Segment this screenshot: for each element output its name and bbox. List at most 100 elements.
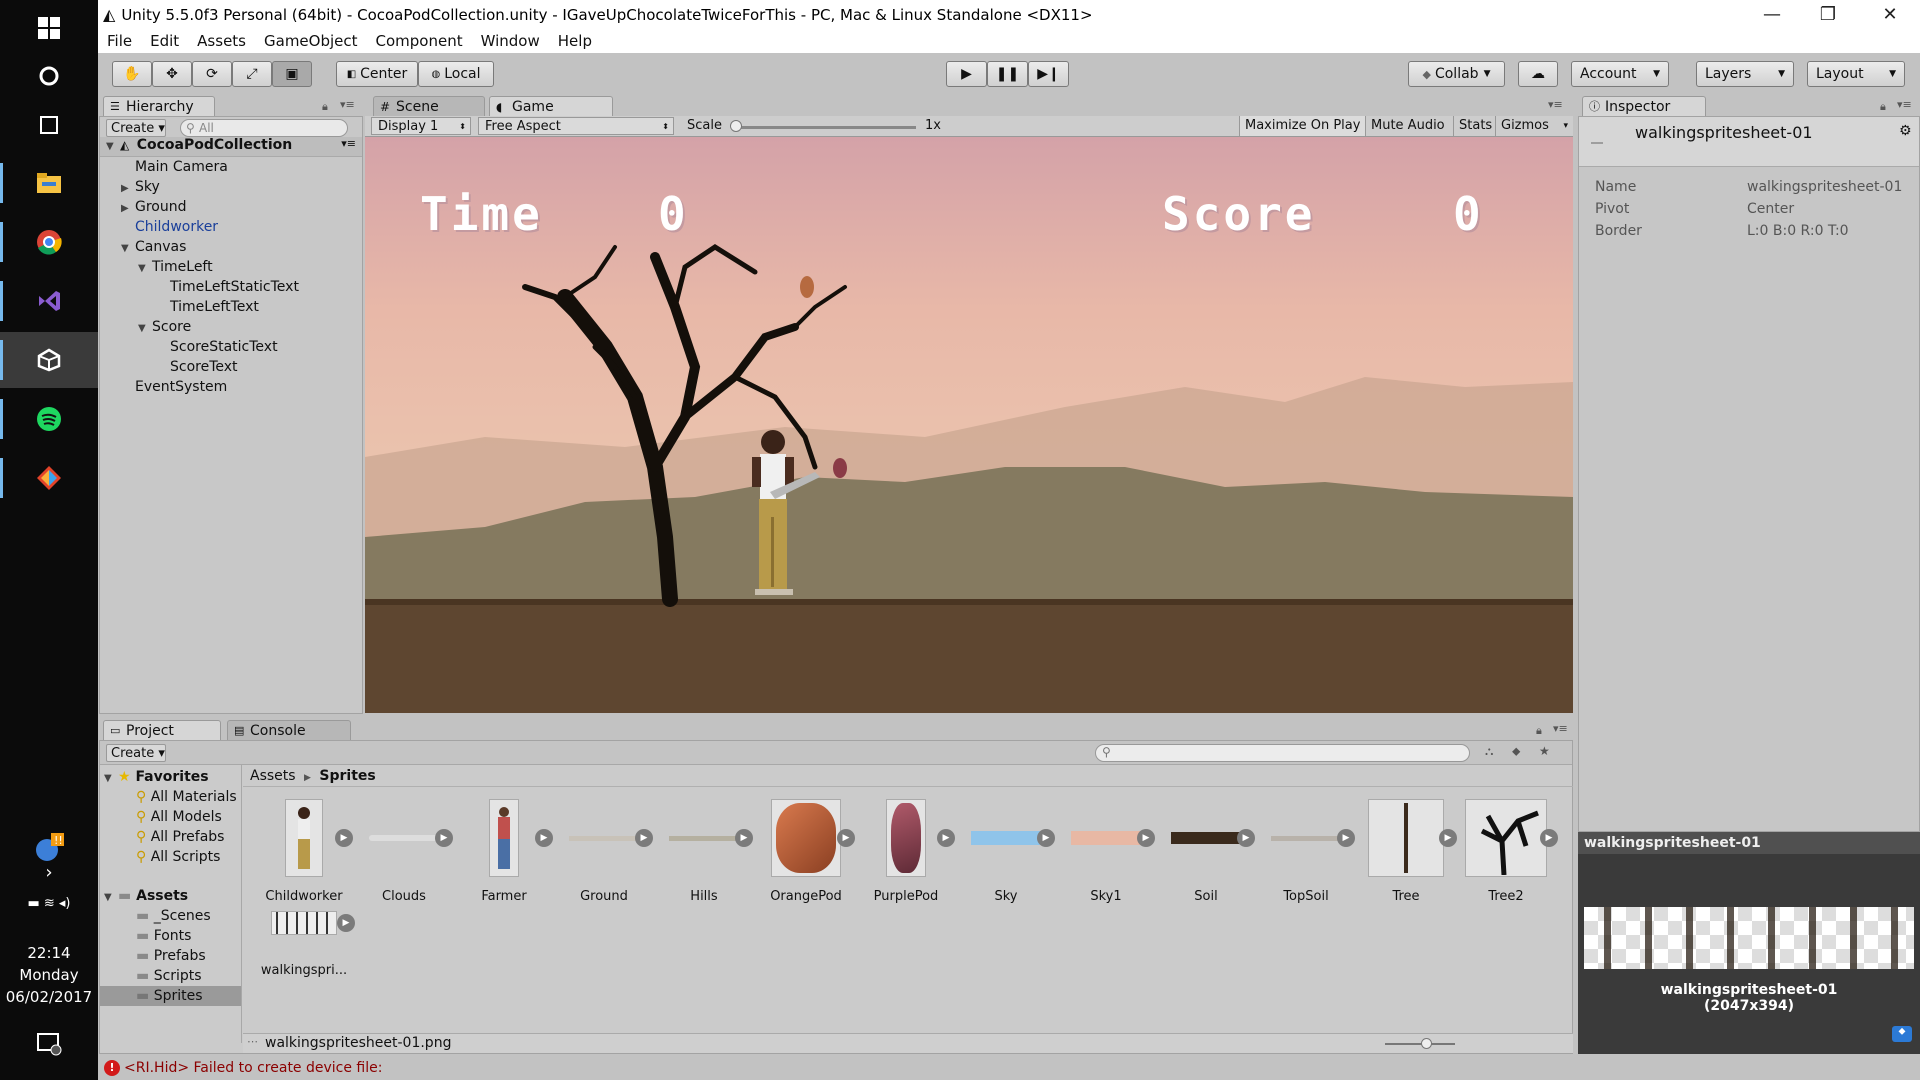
action-center-icon[interactable] bbox=[0, 1016, 98, 1072]
hierarchy-item-sky[interactable]: ▶ Sky bbox=[121, 179, 160, 195]
expand-sprite-icon[interactable]: ▶ bbox=[735, 829, 753, 847]
unity-icon[interactable] bbox=[0, 332, 98, 388]
fav-all-models[interactable]: ⚲ All Models bbox=[136, 809, 222, 825]
hierarchy-item-timeleft[interactable]: ▼ TimeLeft bbox=[138, 259, 213, 275]
asset-tree2[interactable]: Tree2 bbox=[1461, 799, 1551, 904]
collapsed-triangle-icon[interactable]: ▶ bbox=[121, 203, 135, 214]
expand-sprite-icon[interactable]: ▶ bbox=[635, 829, 653, 847]
expand-sprite-icon[interactable]: ▶ bbox=[335, 829, 353, 847]
gitkraken-icon[interactable] bbox=[0, 450, 98, 506]
display-dropdown[interactable]: Display 1 ⬍ bbox=[371, 117, 471, 135]
lock-icon[interactable]: 🔒︎ bbox=[322, 100, 328, 114]
preview-title-bar[interactable]: walkingspritesheet-01 bbox=[1578, 832, 1920, 854]
tab-hierarchy[interactable]: ☰ Hierarchy bbox=[103, 96, 215, 116]
pause-button[interactable]: ❚❚ bbox=[987, 61, 1028, 87]
hierarchy-search-input[interactable]: ⚲ All bbox=[180, 119, 348, 137]
folder-fonts[interactable]: ▬ Fonts bbox=[136, 928, 191, 944]
menu-edit[interactable]: Edit bbox=[141, 32, 188, 50]
asset-purplepod[interactable]: PurplePod bbox=[861, 799, 951, 904]
aspect-dropdown[interactable]: Free Aspect ⬍ bbox=[478, 117, 674, 135]
menu-window[interactable]: Window bbox=[472, 32, 549, 50]
folder-sprites[interactable]: ▬ Sprites bbox=[136, 988, 203, 1004]
expand-sprite-icon[interactable]: ▶ bbox=[1439, 829, 1457, 847]
maximize-on-play-toggle[interactable]: Maximize On Play bbox=[1239, 116, 1366, 136]
asset-ground[interactable]: Ground bbox=[559, 799, 649, 904]
status-bar[interactable]: ! <RI.Hid> Failed to create device file: bbox=[98, 1056, 1920, 1080]
asset-sky[interactable]: Sky bbox=[961, 799, 1051, 904]
assets-root[interactable]: ▼ ▬ Assets bbox=[104, 888, 188, 904]
project-search-input[interactable]: ⚲ bbox=[1095, 744, 1470, 762]
fav-all-prefabs[interactable]: ⚲ All Prefabs bbox=[136, 829, 224, 845]
mute-audio-toggle[interactable]: Mute Audio bbox=[1365, 116, 1450, 136]
tab-inspector[interactable]: ⓘ Inspector bbox=[1582, 96, 1706, 116]
icon-size-slider-handle[interactable] bbox=[1421, 1038, 1432, 1049]
step-button[interactable]: ▶❙ bbox=[1028, 61, 1069, 87]
chevron-right-icon[interactable]: › bbox=[0, 857, 98, 887]
folder-scripts[interactable]: ▬ Scripts bbox=[136, 968, 202, 984]
tab-scene[interactable]: # Scene bbox=[373, 96, 485, 116]
hierarchy-item-childworker[interactable]: Childworker bbox=[135, 219, 218, 235]
hierarchy-create-button[interactable]: Create ▾ bbox=[106, 119, 166, 137]
hierarchy-item-timelefttext[interactable]: TimeLeftText bbox=[170, 299, 259, 315]
icon-size-slider-track[interactable] bbox=[1385, 1043, 1455, 1045]
tag-icon[interactable]: ⬥ bbox=[1892, 1026, 1912, 1042]
asset-clouds[interactable]: Clouds bbox=[359, 799, 449, 904]
expand-sprite-icon[interactable]: ▶ bbox=[337, 914, 355, 932]
expand-sprite-icon[interactable]: ▶ bbox=[1037, 829, 1055, 847]
gear-icon[interactable]: ⚙ bbox=[1899, 123, 1912, 139]
asset-hills[interactable]: Hills bbox=[659, 799, 749, 904]
cortana-icon[interactable] bbox=[0, 48, 98, 104]
expand-sprite-icon[interactable]: ▶ bbox=[1137, 829, 1155, 847]
scale-slider-track[interactable] bbox=[732, 126, 916, 129]
project-create-button[interactable]: Create ▾ bbox=[106, 744, 166, 762]
tab-game[interactable]: ◖ Game bbox=[489, 96, 613, 116]
menu-gameobject[interactable]: GameObject bbox=[255, 32, 367, 50]
favorites-header[interactable]: ▼ ★ Favorites bbox=[104, 769, 209, 785]
fav-all-materials[interactable]: ⚲ All Materials bbox=[136, 789, 237, 805]
hierarchy-item-scorestatictext[interactable]: ScoreStaticText bbox=[170, 339, 278, 355]
expand-triangle-icon[interactable]: ▼ bbox=[106, 141, 120, 152]
asset-walkingspritesheet[interactable]: walkingspri... bbox=[259, 911, 349, 978]
asset-topsoil[interactable]: TopSoil bbox=[1261, 799, 1351, 904]
hierarchy-item-scoretext[interactable]: ScoreText bbox=[170, 359, 238, 375]
stats-toggle[interactable]: Stats bbox=[1453, 116, 1497, 136]
panel-menu-icon[interactable]: ▾≡ bbox=[1548, 98, 1563, 111]
collab-dropdown[interactable]: ◆ Collab ▼ bbox=[1408, 61, 1505, 87]
expand-sprite-icon[interactable]: ▶ bbox=[535, 829, 553, 847]
expand-sprite-icon[interactable]: ▶ bbox=[937, 829, 955, 847]
hand-tool-icon[interactable]: ✋ bbox=[112, 61, 152, 87]
asset-tree[interactable]: Tree bbox=[1361, 799, 1451, 904]
hierarchy-item-main-camera[interactable]: Main Camera bbox=[135, 159, 228, 175]
menu-assets[interactable]: Assets bbox=[188, 32, 255, 50]
taskbar-clock[interactable]: 22:14 Monday 06/02/2017 bbox=[0, 942, 98, 1008]
cloud-button[interactable]: ☁ bbox=[1518, 61, 1558, 87]
lock-icon[interactable]: 🔒︎ bbox=[1536, 724, 1542, 738]
task-view-icon[interactable] bbox=[0, 97, 98, 153]
hierarchy-item-timeleftstatictext[interactable]: TimeLeftStaticText bbox=[170, 279, 299, 295]
scene-header[interactable]: ▼ ◭ CocoaPodCollection ▾≡ bbox=[100, 137, 362, 157]
spotify-icon[interactable] bbox=[0, 391, 98, 447]
expand-triangle-icon[interactable]: ▼ bbox=[104, 773, 118, 784]
minimize-icon[interactable]: — bbox=[1744, 0, 1800, 29]
layout-dropdown[interactable]: Layout ▼ bbox=[1807, 61, 1905, 87]
filter-type-icon[interactable]: ⛬ bbox=[1485, 744, 1493, 759]
menu-file[interactable]: File bbox=[98, 32, 141, 50]
filter-label-icon[interactable]: ⬥ bbox=[1512, 744, 1520, 759]
layers-dropdown[interactable]: Layers ▼ bbox=[1696, 61, 1794, 87]
menu-help[interactable]: Help bbox=[549, 32, 601, 50]
expand-sprite-icon[interactable]: ▶ bbox=[1337, 829, 1355, 847]
rect-tool-icon[interactable]: ▣ bbox=[272, 61, 312, 87]
game-view[interactable]: Time 0 Score 0 bbox=[365, 137, 1573, 713]
chrome-icon[interactable] bbox=[0, 214, 98, 270]
restore-icon[interactable]: ❐ bbox=[1800, 0, 1856, 29]
pivot-local-button[interactable]: ◍ Local bbox=[418, 61, 494, 87]
expand-sprite-icon[interactable]: ▶ bbox=[435, 829, 453, 847]
pivot-center-button[interactable]: ◧ Center bbox=[336, 61, 418, 87]
hierarchy-item-score[interactable]: ▼ Score bbox=[138, 319, 191, 335]
scale-tool-icon[interactable]: ⤢ bbox=[232, 61, 272, 87]
hierarchy-item-eventsystem[interactable]: EventSystem bbox=[135, 379, 227, 395]
collapsed-triangle-icon[interactable]: ▶ bbox=[121, 183, 135, 194]
expand-triangle-icon[interactable]: ▼ bbox=[138, 263, 152, 274]
account-dropdown[interactable]: Account ▼ bbox=[1571, 61, 1669, 87]
fav-all-scripts[interactable]: ⚲ All Scripts bbox=[136, 849, 220, 865]
